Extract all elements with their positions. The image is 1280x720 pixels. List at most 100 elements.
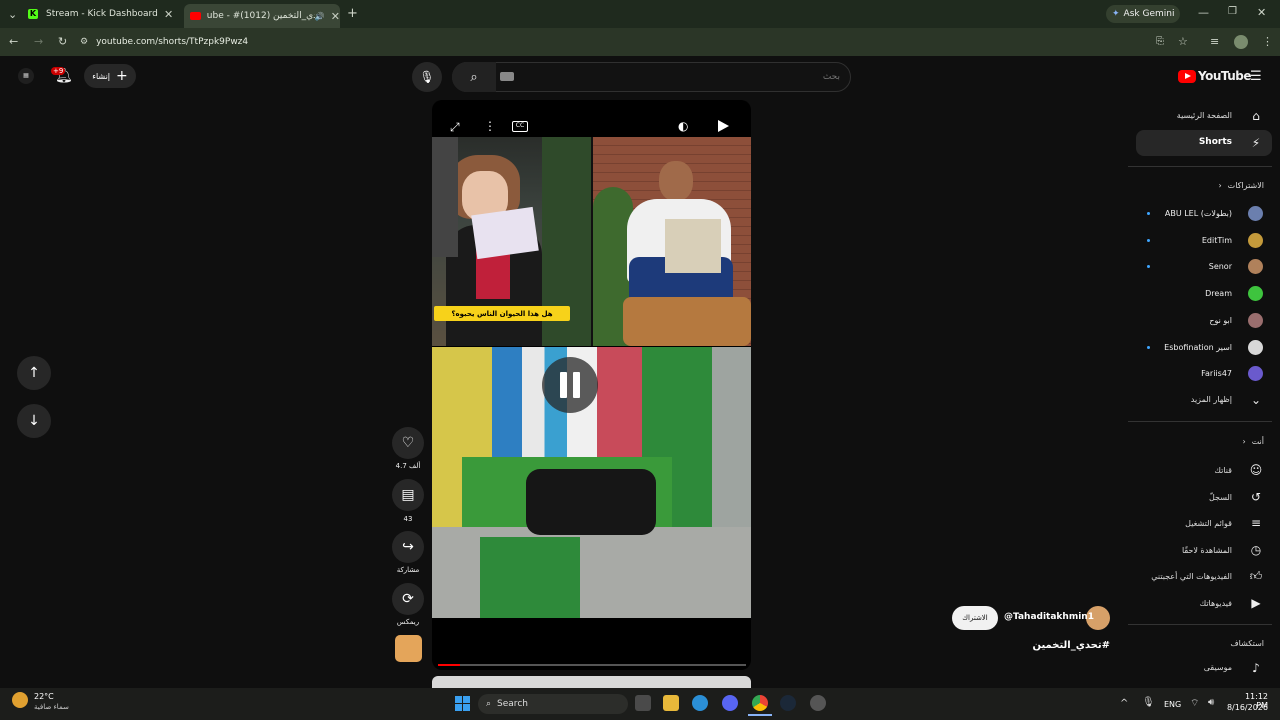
reading-list-icon[interactable]: ≡ [1210, 35, 1219, 48]
sound-thumbnail[interactable] [395, 635, 422, 662]
chevron-up-icon[interactable]: ^ [1120, 698, 1128, 709]
shorts-player[interactable]: هل هذا الحيوان الناس يحبوه؟ ⤢ ⋮ CC ◐ [432, 100, 751, 670]
previous-short-button[interactable]: ↑ [17, 356, 51, 390]
subscription-name: Senor [1208, 262, 1232, 272]
subscription-name: Esbofination اسير [1164, 342, 1232, 352]
sidebar-you-item[interactable]: قناتك [1214, 466, 1232, 475]
subscription-name: Dream [1205, 289, 1232, 299]
back-icon[interactable]: ← [9, 35, 18, 48]
play-icon[interactable] [718, 120, 729, 132]
search-input[interactable] [520, 66, 840, 88]
person-face [659, 161, 693, 201]
progress-track[interactable] [438, 664, 746, 666]
close-icon[interactable]: ✕ [331, 10, 340, 23]
sidebar-item-label: الصفحة الرئيسية [1176, 111, 1232, 120]
camel-card [665, 219, 721, 273]
gameplay-video [432, 347, 751, 618]
video-icon: ▶ [1251, 596, 1261, 610]
weather-icon[interactable] [12, 692, 28, 708]
chrome-icon[interactable] [752, 695, 768, 711]
youtube-logo[interactable]: YouTube [1178, 69, 1252, 83]
remix-button[interactable]: ⟳ [392, 583, 424, 615]
create-label: إنشاء [92, 71, 111, 81]
explore-title: استكشاف [1230, 639, 1264, 648]
volume-icon[interactable]: ◐ [678, 119, 688, 133]
new-tab-button[interactable]: + [347, 6, 358, 21]
youtube-play-icon [1178, 69, 1196, 83]
language-indicator[interactable]: ENG [1164, 700, 1181, 709]
microphone-icon[interactable]: 🎙︎ [1142, 697, 1155, 708]
progress-fill [438, 664, 460, 666]
share-button[interactable]: ↪ [392, 531, 424, 563]
chevron-down-icon[interactable]: ⌄ [1249, 393, 1263, 407]
sidebar-item-music-label[interactable]: موسيقى [1204, 663, 1232, 672]
close-icon[interactable]: ✕ [164, 8, 173, 21]
wifi-icon[interactable]: ⌔ [1190, 697, 1199, 710]
active-indicator [748, 714, 772, 716]
next-short-preview[interactable] [432, 676, 751, 688]
short-title[interactable]: #تحدي_التخمين [980, 640, 1110, 651]
new-content-dot [1147, 345, 1150, 349]
tab-search-icon[interactable]: ⌄ [8, 8, 17, 21]
minimize-button[interactable]: — [1198, 6, 1209, 19]
taskbar-search[interactable]: ⌕ Search [478, 694, 628, 714]
maximize-button[interactable]: ❐ [1228, 6, 1237, 17]
sidebar-you-item[interactable]: المشاهدة لاحقًا [1182, 546, 1232, 555]
discord-icon[interactable] [722, 695, 738, 711]
voice-search-button[interactable]: 🎙︎ [412, 62, 442, 92]
create-button[interactable]: إنشاء + [84, 64, 136, 88]
captions-icon[interactable]: CC [512, 121, 528, 132]
notification-badge: +9 [51, 67, 66, 75]
speaker-icon[interactable]: 🔊 [315, 12, 325, 21]
share-label: مشاركة [396, 566, 420, 574]
account-avatar[interactable]: ▦ [18, 68, 34, 84]
reload-icon[interactable]: ↻ [58, 35, 67, 48]
browser-menu-icon[interactable]: ⋮ [1262, 35, 1273, 48]
ask-gemini-button[interactable]: ✦ Ask Gemini [1106, 5, 1181, 23]
install-app-icon[interactable]: ⎘ [1156, 36, 1164, 47]
volume-icon[interactable]: 🔊︎ [1208, 697, 1214, 708]
you-header[interactable]: › أنت [1242, 437, 1264, 446]
windows-start-icon[interactable] [455, 696, 470, 711]
subscriptions-header[interactable]: › الاشتراكات [1218, 181, 1264, 190]
sidebar-you-item[interactable]: السجلّ [1209, 493, 1232, 502]
like-count: 4.7 ألف [395, 462, 421, 470]
search-icon: ⌕ [470, 69, 478, 85]
steam-icon[interactable] [780, 695, 796, 711]
subscribe-button[interactable]: الاشتراك [952, 606, 998, 630]
more-options-icon[interactable]: ⋮ [484, 119, 496, 133]
fullscreen-icon[interactable]: ⤢ [450, 120, 460, 135]
guide-menu-icon[interactable]: ☰ [1250, 69, 1262, 84]
task-view-icon[interactable] [635, 695, 651, 711]
comments-button[interactable]: ▤ [392, 479, 424, 511]
bookmark-star-icon[interactable]: ☆ [1178, 35, 1188, 48]
app-icon[interactable] [810, 695, 826, 711]
close-window-button[interactable]: ✕ [1257, 6, 1266, 19]
show-more-label[interactable]: إظهار المزيد [1191, 395, 1232, 404]
sidebar-you-item[interactable]: قوائم التشغيل [1185, 519, 1232, 528]
weather-temp: 22°C [34, 692, 54, 701]
site-info-icon[interactable]: ⚙ [80, 37, 88, 47]
clock-date[interactable]: 8/16/2026 [1226, 703, 1268, 712]
pause-overlay-button[interactable] [542, 357, 598, 413]
subscription-name: Fariis47 [1201, 369, 1232, 379]
url-field[interactable]: ⚙ youtube.com/shorts/TtPzpk9Pwz4 [80, 32, 1165, 52]
sidebar-you-item[interactable]: فيديوهاتك [1200, 599, 1232, 608]
playlist-icon: ≡ [1250, 516, 1262, 531]
person-icon: ☺ [1249, 463, 1263, 477]
search-button[interactable]: ⌕ [452, 62, 496, 92]
keyboard-icon[interactable] [500, 72, 514, 81]
channel-handle[interactable]: @Tahaditakhmin1 [1004, 612, 1094, 622]
tab-kick[interactable]: K Stream - Kick Dashboard ✕ [28, 4, 180, 24]
like-button[interactable]: ♡ [392, 427, 424, 459]
file-explorer-icon[interactable] [663, 695, 679, 711]
background-shelf [432, 137, 458, 257]
sidebar-you-item[interactable]: الفيديوهات التي أعجبتني [1151, 572, 1232, 581]
profile-avatar[interactable] [1234, 35, 1248, 49]
edge-icon[interactable] [692, 695, 708, 711]
youtube-favicon-icon [190, 12, 201, 20]
next-short-button[interactable]: ↓ [17, 404, 51, 438]
animal-card [471, 206, 539, 260]
tab-youtube[interactable]: ube - #تحدي_التخمين (1012) 🔊 ✕ [184, 4, 340, 28]
tab-bar: ⌄ K Stream - Kick Dashboard ✕ ube - #تحد… [0, 0, 1280, 28]
